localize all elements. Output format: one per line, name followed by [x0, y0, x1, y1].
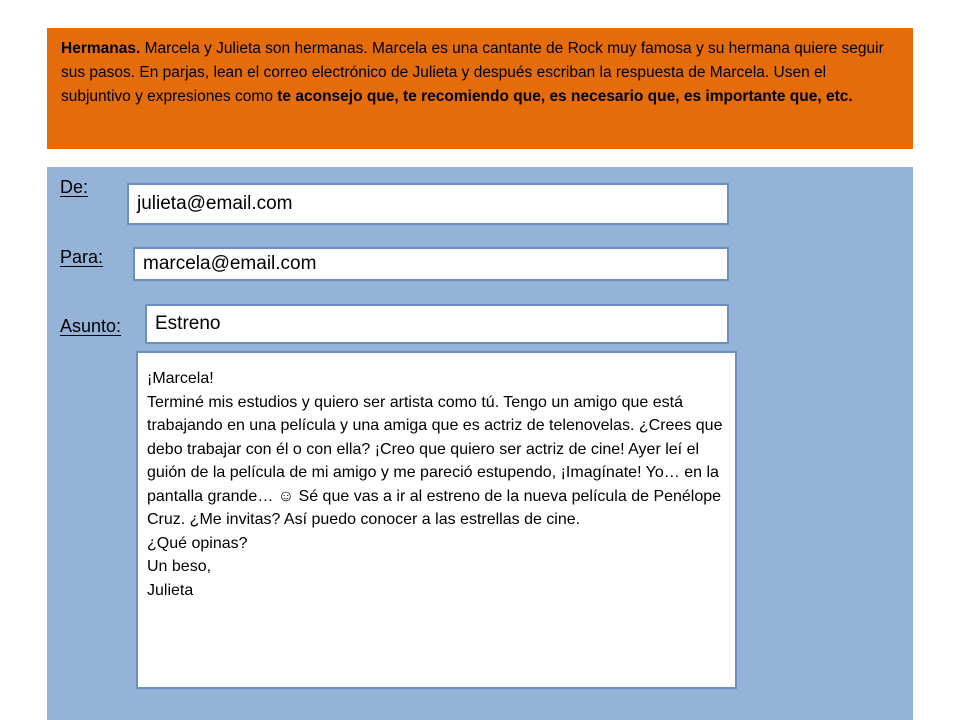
message-body[interactable]: ¡Marcela! Terminé mis estudios y quiero …: [136, 351, 737, 689]
message-closing: Un beso,: [147, 558, 212, 575]
to-label: Para:: [60, 247, 104, 267]
from-label: De:: [60, 177, 89, 197]
instructions-expressions: te aconsejo que, te recomiendo que, es n…: [277, 88, 853, 105]
message-signature: Julieta: [147, 581, 194, 599]
subject-label: Asunto:: [60, 316, 122, 336]
instructions-lead: Hermanas.: [61, 40, 141, 57]
message-greeting: ¡Marcela!: [147, 370, 214, 387]
subject-field[interactable]: Estreno: [145, 304, 729, 344]
from-field[interactable]: julieta@email.com: [127, 183, 729, 225]
message-question: ¿Qué opinas?: [147, 534, 248, 552]
to-field[interactable]: marcela@email.com: [133, 247, 729, 281]
message-paragraph: Terminé mis estudios y quiero ser artist…: [147, 393, 723, 529]
instructions-banner: Hermanas. Marcela y Julieta son hermanas…: [47, 28, 913, 149]
